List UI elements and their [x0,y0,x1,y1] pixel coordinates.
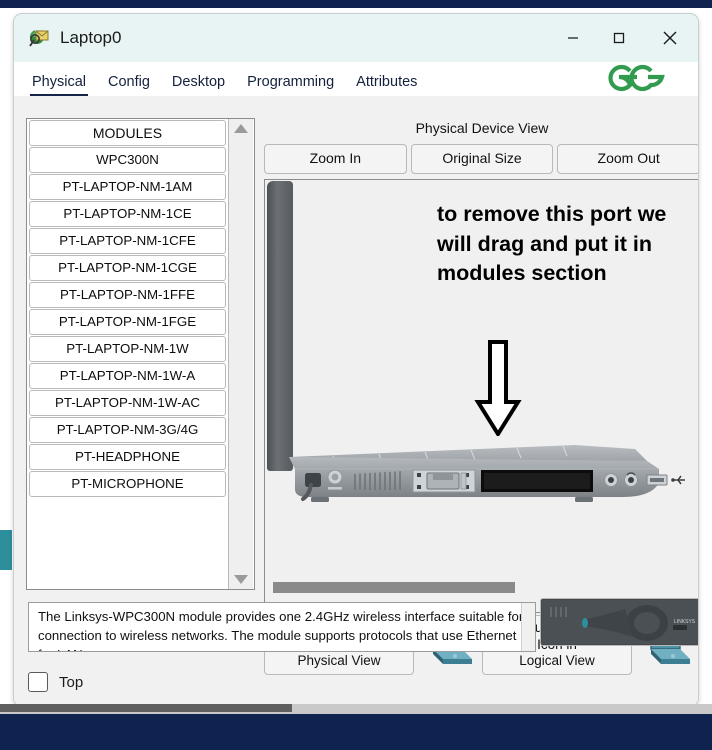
maximize-button[interactable] [596,14,642,62]
module-description-panel: The Linksys-WPC300N module provides one … [28,602,536,652]
module-preview-image: LINKSYS [540,598,698,646]
tab-attributes[interactable]: Attributes [356,74,417,96]
modules-scrollbar[interactable] [228,119,253,589]
module-item-headphone[interactable]: PT-HEADPHONE [29,444,226,470]
page-top-bar [0,0,712,8]
page-bottom-bar [0,714,712,750]
module-item-1ce[interactable]: PT-LAPTOP-NM-1CE [29,201,226,227]
physical-device-view-title: Physical Device View [415,120,549,136]
tab-programming[interactable]: Programming [247,74,334,96]
module-item-1ffe[interactable]: PT-LAPTOP-NM-1FFE [29,282,226,308]
modules-list-header: MODULES [29,120,226,146]
window-title: Laptop0 [60,28,122,47]
top-checkbox-label: Top [59,673,84,691]
zoom-in-button[interactable]: Zoom In [264,144,407,174]
zoom-button-row: Zoom In Original Size Zoom Out [264,144,698,174]
module-item-1fge[interactable]: PT-LAPTOP-NM-1FGE [29,309,226,335]
module-item-1w-ac[interactable]: PT-LAPTOP-NM-1W-AC [29,390,226,416]
description-scrollbar[interactable] [521,603,535,651]
original-size-button[interactable]: Original Size [410,144,554,174]
page-scrollbar-thumb[interactable] [0,704,292,712]
window-controls [550,14,698,62]
modules-panel: MODULES WPC300N PT-LAPTOP-NM-1AM PT-LAPT… [26,118,255,590]
close-button[interactable] [642,14,698,62]
device-view-hscrollbar-thumb[interactable] [273,582,515,593]
top-checkbox-row[interactable]: Top [28,672,83,692]
background-thumbnail [0,530,12,570]
module-item-1w[interactable]: PT-LAPTOP-NM-1W [29,336,226,362]
window-title-bar: Laptop0 [14,14,698,62]
module-item-1am[interactable]: PT-LAPTOP-NM-1AM [29,174,226,200]
modules-list[interactable]: MODULES WPC300N PT-LAPTOP-NM-1AM PT-LAPT… [27,119,228,589]
tab-config[interactable]: Config [108,74,150,96]
cust-log-line3: Logical View [519,653,595,669]
cust-phys-line3: Physical View [297,653,381,669]
scroll-down-arrow-icon[interactable] [234,575,248,584]
module-item-1cfe[interactable]: PT-LAPTOP-NM-1CFE [29,228,226,254]
packet-tracer-icon [28,27,50,49]
tab-desktop[interactable]: Desktop [172,74,225,96]
top-checkbox[interactable] [28,672,48,692]
svg-text:LINKSYS: LINKSYS [674,619,696,625]
module-item-1w-a[interactable]: PT-LAPTOP-NM-1W-A [29,363,226,389]
module-item-3g4g[interactable]: PT-LAPTOP-NM-3G/4G [29,417,226,443]
background-page-left [0,8,14,708]
laptop-device-image[interactable] [275,435,687,511]
module-item-wpc300n[interactable]: WPC300N [29,147,226,173]
module-description-text: The Linksys-WPC300N module provides one … [38,609,524,651]
down-arrow-annotation-icon [470,340,526,441]
packet-tracer-device-window: Laptop0 Physical Config Desktop Programm… [14,14,698,706]
laptop-lid-edge [267,181,293,471]
tab-bar: Physical Config Desktop Programming Attr… [14,62,698,96]
device-view-canvas[interactable]: to remove this port we will drag and put… [264,179,698,613]
minimize-button[interactable] [550,14,596,62]
scroll-up-arrow-icon[interactable] [234,124,248,133]
tab-physical[interactable]: Physical [30,74,88,96]
zoom-out-button[interactable]: Zoom Out [557,144,698,174]
annotation-text: to remove this port we will drag and put… [437,202,667,286]
module-item-microphone[interactable]: PT-MICROPHONE [29,471,226,497]
physical-tab-panel: MODULES WPC300N PT-LAPTOP-NM-1AM PT-LAPT… [14,96,698,706]
module-item-1cge[interactable]: PT-LAPTOP-NM-1CGE [29,255,226,281]
geeksforgeeks-logo [604,58,666,96]
